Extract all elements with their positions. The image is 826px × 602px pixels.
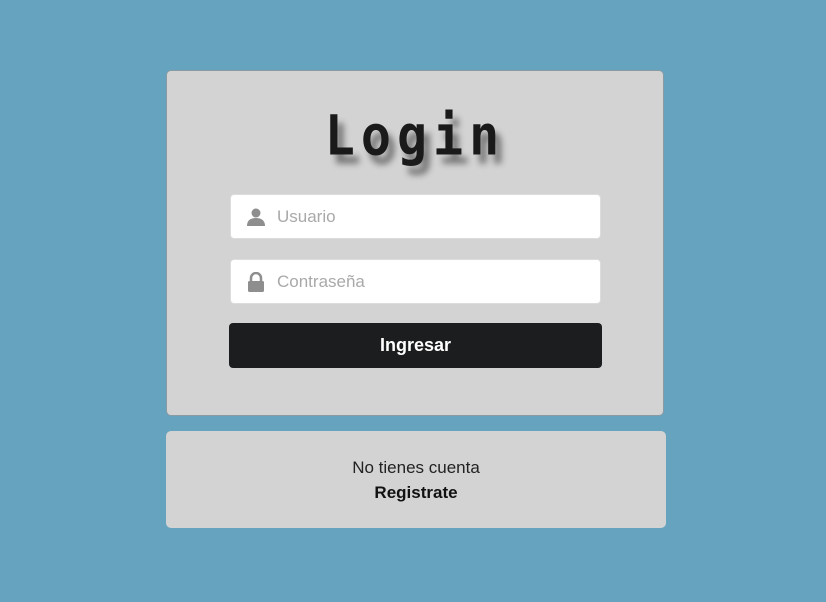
password-field[interactable]	[230, 259, 601, 304]
register-question: No tienes cuenta	[352, 458, 480, 477]
username-field[interactable]	[230, 194, 601, 239]
lock-icon	[246, 271, 266, 292]
password-input[interactable]	[277, 260, 592, 303]
register-card: No tienes cuenta Registrate	[166, 431, 666, 528]
user-icon	[246, 207, 266, 227]
login-button[interactable]: Ingresar	[229, 323, 602, 368]
login-card: Login Ingresar	[166, 70, 664, 416]
register-link[interactable]: Registrate	[166, 483, 666, 503]
username-input[interactable]	[277, 195, 592, 238]
login-title: Login	[324, 104, 506, 168]
